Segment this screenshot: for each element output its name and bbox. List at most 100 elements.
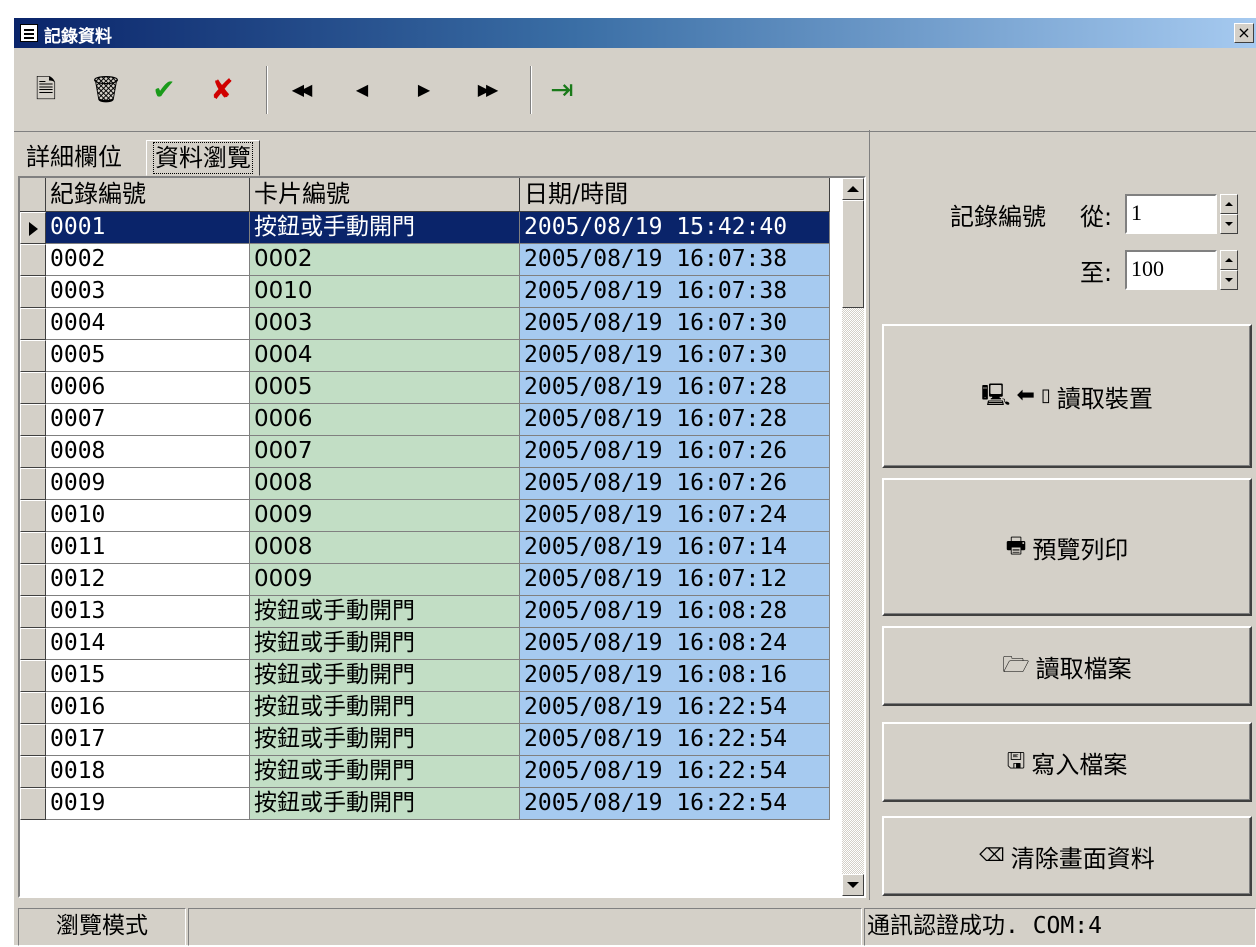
table-row[interactable]: 0002 0002 2005/08/19 16:07:38 <box>20 244 830 276</box>
row-indicator[interactable] <box>20 596 46 628</box>
table-row[interactable]: 0014 按鈕或手動開門 2005/08/19 16:08:24 <box>20 628 830 660</box>
table-row[interactable]: 0016 按鈕或手動開門 2005/08/19 16:22:54 <box>20 692 830 724</box>
to-spinner[interactable] <box>1220 250 1238 290</box>
card-no-cell[interactable]: 按鈕或手動開門 <box>250 628 520 660</box>
tab-data-browse[interactable]: 資料瀏覽 <box>146 140 260 176</box>
confirm-button[interactable]: ✔ <box>146 72 182 108</box>
datetime-cell[interactable]: 2005/08/19 16:07:26 <box>520 468 830 500</box>
table-row[interactable]: 0003 0010 2005/08/19 16:07:38 <box>20 276 830 308</box>
card-no-cell[interactable]: 按鈕或手動開門 <box>250 788 520 820</box>
card-no-cell[interactable]: 0003 <box>250 308 520 340</box>
to-input[interactable]: 100 <box>1125 250 1217 290</box>
header-record-no[interactable]: 紀錄編號 <box>46 178 250 212</box>
datetime-cell[interactable]: 2005/08/19 15:42:40 <box>520 212 830 244</box>
row-indicator[interactable] <box>20 564 46 596</box>
new-record-button[interactable]: 🗎 <box>28 72 64 108</box>
delete-button[interactable]: 🗑 <box>88 72 124 108</box>
table-row[interactable]: 0015 按鈕或手動開門 2005/08/19 16:08:16 <box>20 660 830 692</box>
row-indicator[interactable] <box>20 788 46 820</box>
tab-detail-fields[interactable]: 詳細欄位 <box>18 140 130 176</box>
datetime-cell[interactable]: 2005/08/19 16:22:54 <box>520 724 830 756</box>
exit-button[interactable]: ⇥ <box>544 72 580 108</box>
first-record-button[interactable]: ◀◀ <box>282 72 318 108</box>
record-no-cell[interactable]: 0003 <box>46 276 250 308</box>
spin-up-button[interactable] <box>1220 194 1238 214</box>
row-indicator[interactable] <box>20 724 46 756</box>
next-record-button[interactable]: ▶ <box>406 72 442 108</box>
scroll-thumb[interactable] <box>842 200 864 308</box>
row-indicator[interactable] <box>20 468 46 500</box>
card-no-cell[interactable]: 按鈕或手動開門 <box>250 212 520 244</box>
header-card-no[interactable]: 卡片編號 <box>250 178 520 212</box>
card-no-cell[interactable]: 0004 <box>250 340 520 372</box>
card-no-cell[interactable]: 按鈕或手動開門 <box>250 724 520 756</box>
card-no-cell[interactable]: 0009 <box>250 564 520 596</box>
record-no-cell[interactable]: 0015 <box>46 660 250 692</box>
datetime-cell[interactable]: 2005/08/19 16:07:28 <box>520 404 830 436</box>
table-row[interactable]: 0012 0009 2005/08/19 16:07:12 <box>20 564 830 596</box>
row-indicator[interactable] <box>20 404 46 436</box>
card-no-cell[interactable]: 0007 <box>250 436 520 468</box>
record-no-cell[interactable]: 0005 <box>46 340 250 372</box>
record-no-cell[interactable]: 0019 <box>46 788 250 820</box>
card-no-cell[interactable]: 0008 <box>250 468 520 500</box>
table-row[interactable]: 0010 0009 2005/08/19 16:07:24 <box>20 500 830 532</box>
table-row[interactable]: 0006 0005 2005/08/19 16:07:28 <box>20 372 830 404</box>
datetime-cell[interactable]: 2005/08/19 16:07:14 <box>520 532 830 564</box>
table-row[interactable]: 0007 0006 2005/08/19 16:07:28 <box>20 404 830 436</box>
table-row[interactable]: 0009 0008 2005/08/19 16:07:26 <box>20 468 830 500</box>
record-no-cell[interactable]: 0016 <box>46 692 250 724</box>
row-indicator[interactable] <box>20 532 46 564</box>
scroll-down-button[interactable] <box>842 874 864 896</box>
read-device-button[interactable]: 🖳 ⬅ ▯ 讀取裝置 <box>882 324 1252 468</box>
datetime-cell[interactable]: 2005/08/19 16:07:28 <box>520 372 830 404</box>
last-record-button[interactable]: ▶▶ <box>468 72 504 108</box>
row-indicator[interactable] <box>20 500 46 532</box>
card-no-cell[interactable]: 按鈕或手動開門 <box>250 756 520 788</box>
record-no-cell[interactable]: 0006 <box>46 372 250 404</box>
from-spinner[interactable] <box>1220 194 1238 234</box>
datetime-cell[interactable]: 2005/08/19 16:07:24 <box>520 500 830 532</box>
record-no-cell[interactable]: 0011 <box>46 532 250 564</box>
card-no-cell[interactable]: 按鈕或手動開門 <box>250 596 520 628</box>
record-no-cell[interactable]: 0009 <box>46 468 250 500</box>
row-indicator[interactable] <box>20 340 46 372</box>
header-datetime[interactable]: 日期/時間 <box>520 178 830 212</box>
record-no-cell[interactable]: 0013 <box>46 596 250 628</box>
datetime-cell[interactable]: 2005/08/19 16:07:30 <box>520 340 830 372</box>
card-no-cell[interactable]: 0008 <box>250 532 520 564</box>
card-no-cell[interactable]: 0010 <box>250 276 520 308</box>
prev-record-button[interactable]: ◀ <box>344 72 380 108</box>
records-grid[interactable]: 紀錄編號 卡片編號 日期/時間 0001 按鈕或手動開門 2005/08/19 15… <box>18 176 866 898</box>
table-row[interactable]: 0013 按鈕或手動開門 2005/08/19 16:08:28 <box>20 596 830 628</box>
record-no-cell[interactable]: 0014 <box>46 628 250 660</box>
table-row[interactable]: 0019 按鈕或手動開門 2005/08/19 16:22:54 <box>20 788 830 820</box>
card-no-cell[interactable]: 按鈕或手動開門 <box>250 660 520 692</box>
spin-up-button[interactable] <box>1220 250 1238 270</box>
cancel-button[interactable]: ✘ <box>204 72 240 108</box>
datetime-cell[interactable]: 2005/08/19 16:07:12 <box>520 564 830 596</box>
card-no-cell[interactable]: 0002 <box>250 244 520 276</box>
record-no-cell[interactable]: 0001 <box>46 212 250 244</box>
datetime-cell[interactable]: 2005/08/19 16:07:38 <box>520 244 830 276</box>
table-row[interactable]: 0005 0004 2005/08/19 16:07:30 <box>20 340 830 372</box>
table-row[interactable]: 0004 0003 2005/08/19 16:07:30 <box>20 308 830 340</box>
record-no-cell[interactable]: 0008 <box>46 436 250 468</box>
row-indicator[interactable] <box>20 276 46 308</box>
row-indicator[interactable] <box>20 692 46 724</box>
vertical-scrollbar[interactable] <box>842 178 864 896</box>
row-indicator[interactable] <box>20 660 46 692</box>
spin-down-button[interactable] <box>1220 270 1238 290</box>
write-file-button[interactable]: 🖫 寫入檔案 <box>882 722 1252 802</box>
row-indicator[interactable] <box>20 756 46 788</box>
record-no-cell[interactable]: 0002 <box>46 244 250 276</box>
preview-print-button[interactable]: 🖶 預覽列印 <box>882 478 1252 616</box>
table-row[interactable]: 0008 0007 2005/08/19 16:07:26 <box>20 436 830 468</box>
datetime-cell[interactable]: 2005/08/19 16:22:54 <box>520 692 830 724</box>
record-no-cell[interactable]: 0010 <box>46 500 250 532</box>
card-no-cell[interactable]: 按鈕或手動開門 <box>250 692 520 724</box>
datetime-cell[interactable]: 2005/08/19 16:08:24 <box>520 628 830 660</box>
spin-down-button[interactable] <box>1220 214 1238 234</box>
clear-screen-button[interactable]: ⌫ 清除畫面資料 <box>882 816 1252 896</box>
row-indicator[interactable] <box>20 372 46 404</box>
